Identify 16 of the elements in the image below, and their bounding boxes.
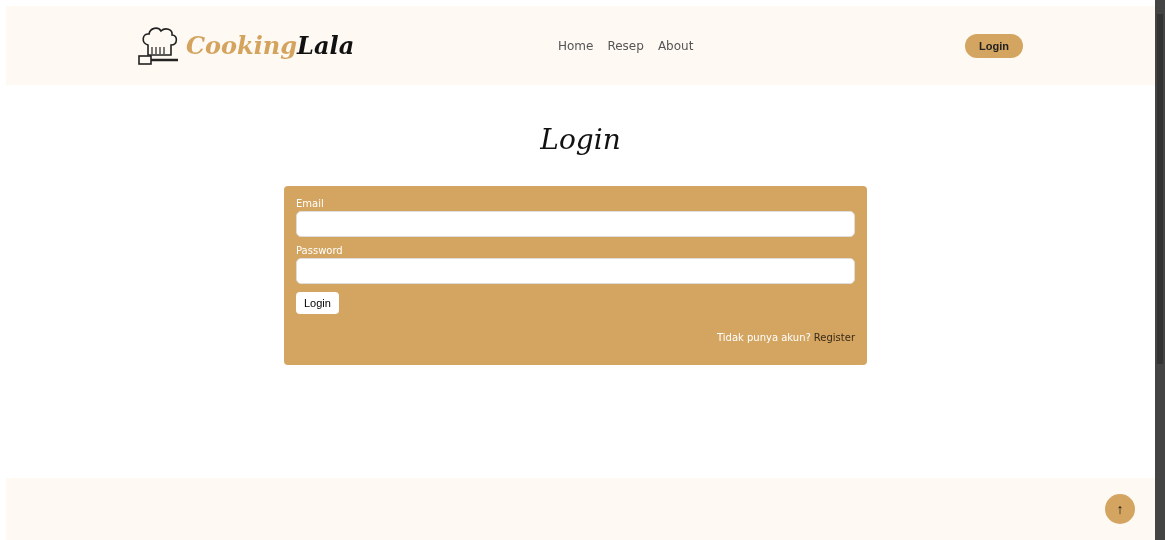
input-field[interactable] [296, 258, 855, 284]
nav-link[interactable]: Resep [607, 38, 644, 53]
field-label: Email [296, 198, 325, 209]
input-field[interactable] [296, 211, 855, 237]
scrollbar[interactable] [1155, 0, 1165, 540]
login-button[interactable]: Login [965, 33, 1023, 58]
nav-link[interactable]: About [657, 38, 694, 53]
logo-text[interactable]: Lala [297, 31, 355, 60]
nav-link[interactable]: Home [558, 38, 594, 53]
back-to-top-button[interactable]: ↑ [1105, 494, 1135, 524]
field-label: Password [296, 245, 344, 256]
submit-button[interactable]: Login [296, 292, 339, 314]
chef-hat-icon [138, 24, 180, 67]
register-prompt: Tidak punya akun? [716, 332, 811, 343]
page-title: Login [539, 123, 622, 156]
register-link[interactable]: Register [813, 332, 855, 343]
